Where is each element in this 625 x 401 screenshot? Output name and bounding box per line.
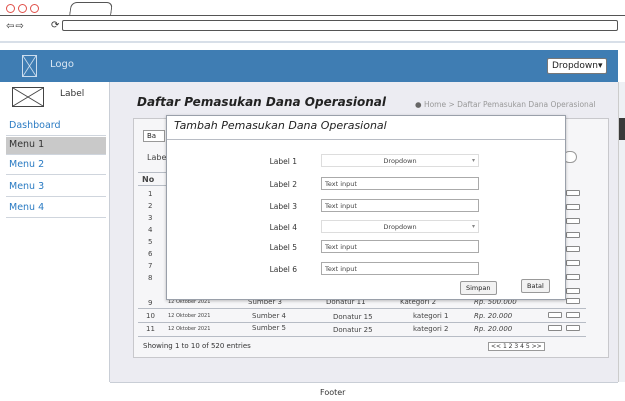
field-1-dropdown[interactable]: Dropdown ▾ (321, 154, 479, 167)
scrollbar-thumb[interactable] (619, 118, 625, 140)
row-edit-button[interactable] (548, 325, 562, 331)
save-button[interactable]: Simpan (460, 281, 497, 295)
table-line (138, 336, 586, 337)
table-cell: Rp. 20.000 (474, 325, 513, 333)
row-action-button[interactable] (566, 274, 580, 280)
page-title: Daftar Pemasukan Dana Operasional (137, 95, 386, 109)
field-1-dropdown-value: Dropdown (383, 157, 417, 165)
field-label-4: Label 4 (269, 223, 297, 232)
row-delete-button[interactable] (566, 312, 580, 318)
breadcrumb-separator: > (448, 100, 458, 109)
table-cell: Donatur 25 (333, 326, 373, 334)
table-cell: 9 (148, 299, 153, 307)
address-bar[interactable] (62, 20, 618, 31)
modal-title: Tambah Pemasukan Dana Operasional (174, 119, 387, 132)
header-dropdown[interactable]: Dropdown▾ (547, 58, 607, 74)
sidebar-label: Label (60, 89, 85, 99)
sidebar-item-menu-3[interactable]: Menu 3 (6, 179, 106, 197)
window-minimize-icon[interactable] (18, 4, 27, 13)
sidebar-item-menu-4[interactable]: Menu 4 (6, 200, 106, 218)
field-label-5: Label 5 (269, 243, 297, 252)
logo-placeholder-icon (22, 55, 37, 77)
row-number: 2 (148, 202, 153, 210)
field-5-input[interactable]: Text input (321, 240, 479, 253)
header-dropdown-label: Dropdown (552, 61, 598, 71)
sidebar-item-menu-2[interactable]: Menu 2 (6, 157, 106, 175)
chevron-down-icon: ▾ (597, 61, 603, 71)
browser-tab[interactable] (69, 2, 113, 16)
row-action-button[interactable] (566, 232, 580, 238)
back-icon[interactable]: ⇦ (6, 21, 15, 32)
table-cell: Donatur 15 (333, 313, 373, 321)
logo-text: Logo (50, 59, 74, 70)
row-number: 8 (148, 274, 153, 282)
table-line (138, 322, 586, 323)
field-3-input[interactable]: Text input (321, 199, 479, 212)
field-6-input[interactable]: Text input (321, 262, 479, 275)
table-cell: 12 Oktober 2021 (168, 326, 211, 332)
field-label-2: Label 2 (269, 180, 297, 189)
row-number: 5 (148, 238, 153, 246)
row-action-button[interactable] (566, 204, 580, 210)
footer-text: Footer (320, 388, 346, 397)
row-action-button[interactable] (566, 246, 580, 252)
table-line (138, 185, 166, 186)
sidebar-item-menu-1[interactable]: Menu 1 (6, 137, 106, 155)
breadcrumb-current: Daftar Pemasukan Dana Operasional (457, 100, 596, 109)
table-cell: Sumber 4 (252, 312, 287, 320)
row-number: 4 (148, 226, 153, 234)
table-cell: 12 Oktober 2021 (168, 313, 211, 319)
home-icon: ● (415, 100, 422, 109)
breadcrumb: ● Home > Daftar Pemasukan Dana Operasion… (415, 100, 596, 109)
modal-divider (167, 139, 565, 140)
window-close-icon[interactable] (6, 4, 15, 13)
row-edit-button[interactable] (548, 312, 562, 318)
footer (110, 382, 618, 401)
add-button[interactable]: Ba (143, 130, 165, 142)
field-label-6: Label 6 (269, 265, 297, 274)
breadcrumb-home[interactable]: Home (424, 100, 446, 109)
table-header-no: No (142, 175, 155, 184)
add-income-modal: Tambah Pemasukan Dana Operasional Label … (166, 115, 566, 300)
row-action-button[interactable] (566, 190, 580, 196)
field-label-1: Label 1 (269, 157, 297, 166)
pagination[interactable]: << 1 2 3 4 5 >> (488, 342, 545, 351)
field-2-input[interactable]: Text input (321, 177, 479, 190)
table-line (138, 308, 586, 309)
table-line (138, 172, 166, 173)
field-4-dropdown-value: Dropdown (383, 223, 417, 231)
row-action-button[interactable] (566, 288, 580, 294)
app-header: Logo Dropdown▾ (0, 50, 618, 82)
tab-bar-divider (0, 15, 625, 16)
table-info: Showing 1 to 10 of 520 entries (143, 342, 251, 350)
row-number: 1 (148, 190, 153, 198)
table-cell: Sumber 5 (252, 324, 287, 332)
table-cell: 11 (146, 325, 155, 333)
chrome-divider (0, 41, 625, 43)
row-number: 6 (148, 250, 153, 258)
field-4-dropdown[interactable]: Dropdown ▾ (321, 220, 479, 233)
window-maximize-icon[interactable] (30, 4, 39, 13)
nav-buttons: ⇦⇨ (6, 21, 25, 32)
avatar-placeholder-icon (12, 87, 44, 107)
field-label-3: Label 3 (269, 202, 297, 211)
chevron-down-icon: ▾ (471, 223, 475, 230)
sidebar-item-dashboard[interactable]: Dashboard (6, 118, 106, 136)
cancel-button[interactable]: Batal (521, 279, 550, 293)
row-delete-button[interactable] (566, 325, 580, 331)
row-action-button[interactable] (566, 298, 580, 304)
row-number: 7 (148, 262, 153, 270)
refresh-icon[interactable]: ⟳ (51, 20, 59, 31)
row-action-button[interactable] (566, 260, 580, 266)
chevron-down-icon: ▾ (471, 157, 475, 164)
table-cell: kategori 2 (413, 325, 449, 333)
table-cell: 10 (146, 312, 155, 320)
row-action-button[interactable] (566, 218, 580, 224)
table-cell: Rp. 20.000 (474, 312, 513, 320)
table-cell: kategori 1 (413, 312, 449, 320)
forward-icon[interactable]: ⇨ (15, 21, 24, 32)
row-number: 3 (148, 214, 153, 222)
